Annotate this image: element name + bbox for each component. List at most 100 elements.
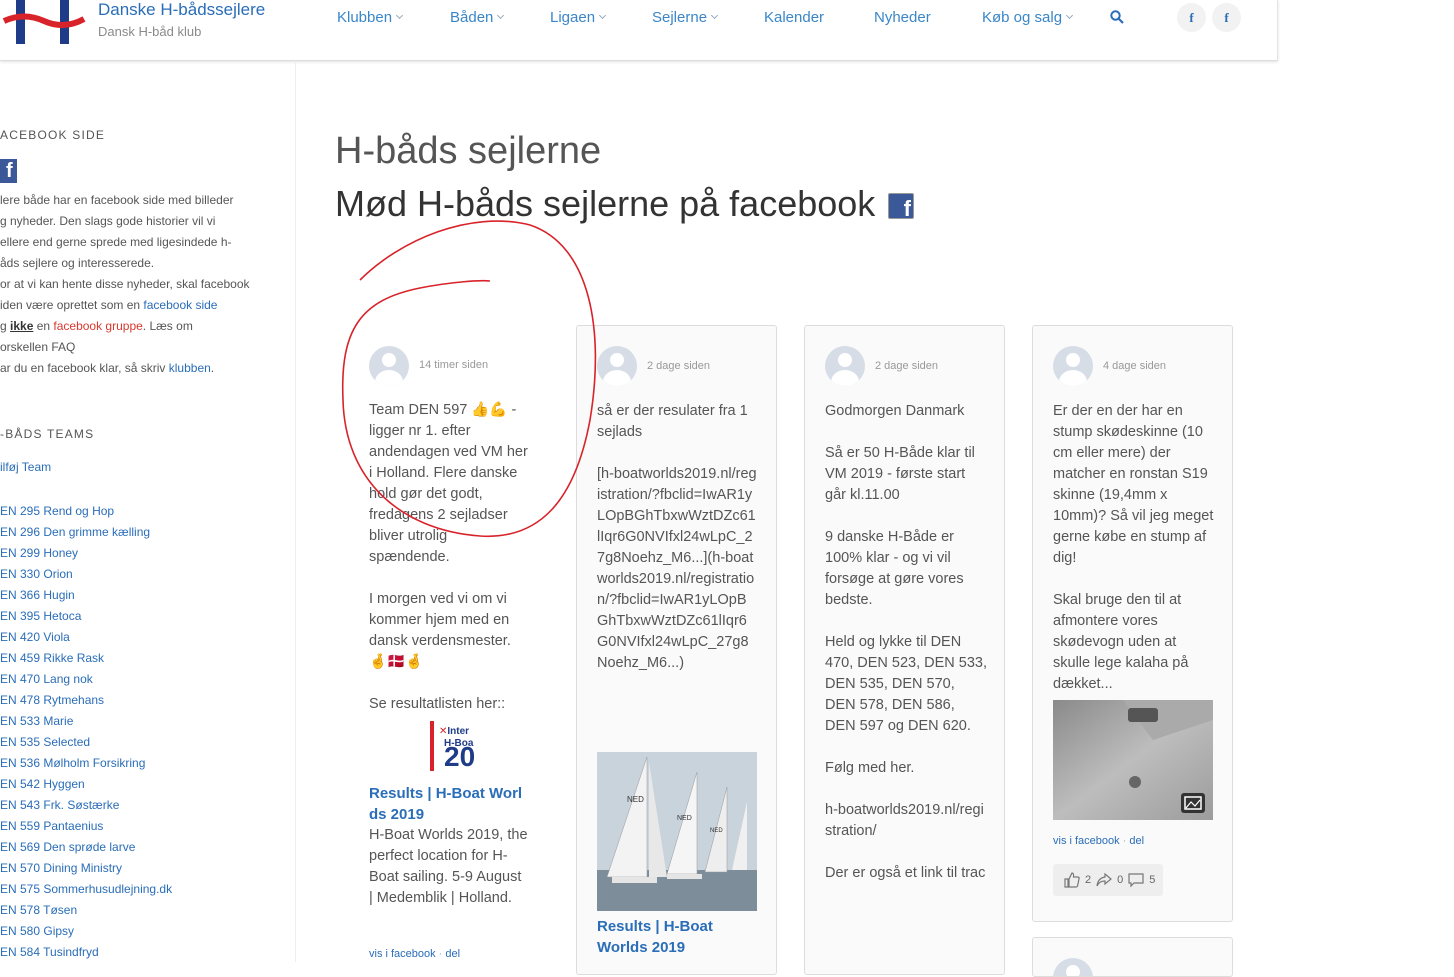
like-icon[interactable]: [1063, 871, 1081, 889]
sidebar: ACEBOOK SIDE f lere både har en facebook…: [0, 61, 296, 962]
team-link[interactable]: EN 420 Viola: [0, 627, 172, 648]
nav-label: Klubben: [337, 8, 393, 26]
team-link[interactable]: EN 542 Hyggen: [0, 774, 172, 795]
text-line: g nyheder. Den slags gode historier vil …: [0, 214, 216, 228]
post-body: Er der en der har en stump skødeskinne (…: [1053, 401, 1217, 716]
klubben-link[interactable]: klubben: [169, 361, 211, 375]
avatar: [1053, 958, 1093, 976]
team-link[interactable]: EN 536 Mølholm Forsikring: [0, 753, 172, 774]
team-link[interactable]: EN 584 Tusindfryd: [0, 942, 172, 963]
team-link[interactable]: EN 580 Gipsy: [0, 921, 172, 942]
facebook-post-card: 2 dage siden så er der resulater fra 1 s…: [576, 325, 777, 975]
thumbnail-bar: [430, 721, 434, 771]
add-team-link[interactable]: ilføj Team: [0, 460, 51, 474]
nav-item-kalender[interactable]: Kalender: [764, 8, 874, 26]
team-link[interactable]: EN 578 Tøsen: [0, 900, 172, 921]
nav-item-baaden[interactable]: Båden: [450, 8, 550, 26]
comment-count: 5: [1149, 874, 1156, 886]
nav-label: Ligaen: [550, 8, 596, 26]
team-list: EN 295 Rend og Hop EN 296 Den grimme kæll…: [0, 501, 172, 963]
team-link[interactable]: EN 299 Honey: [0, 543, 172, 564]
team-link[interactable]: EN 559 Pantaenius: [0, 816, 172, 837]
facebook-icon[interactable]: f: [1212, 3, 1241, 32]
text-segment: ar du en facebook klar, så skriv: [0, 361, 169, 375]
post-paragraph: Følg med her.: [825, 760, 915, 776]
facebook-post-card: 4 dage siden Er der en der har en stump …: [1032, 325, 1233, 922]
link-thumbnail[interactable]: ✕Inter H-Boa 20: [369, 721, 529, 777]
sidebar-heading-teams: -BÅDS TEAMS: [0, 427, 95, 441]
post-body: Team DEN 597 👍💪 - ligger nr 1. efter and…: [369, 400, 529, 909]
thumbnail-text: 20: [444, 741, 476, 772]
nav-label: Kalender: [764, 8, 825, 26]
facebook-side-link[interactable]: facebook side: [143, 298, 217, 312]
site-header: Danske H-bådssejlere Dansk H-båd klub Kl…: [0, 0, 1278, 61]
share-link[interactable]: del: [445, 948, 460, 960]
post-paragraph: Godmorgen Danmark: [825, 403, 965, 419]
chevron-down-icon: [497, 11, 505, 19]
post-body: Godmorgen Danmark Så er 50 H-Både klar t…: [825, 401, 989, 905]
club-logo-icon[interactable]: [0, 0, 90, 48]
team-link[interactable]: EN 296 Den grimme kælling: [0, 522, 172, 543]
team-link[interactable]: EN 330 Orion: [0, 564, 172, 585]
post-photo[interactable]: [1053, 700, 1213, 820]
search-icon[interactable]: [1110, 10, 1124, 24]
view-on-facebook-link[interactable]: vis i facebook: [369, 948, 436, 960]
facebook-icon[interactable]: f: [0, 159, 17, 183]
chevron-down-icon: [711, 11, 719, 19]
link-title[interactable]: Results | H-Boat Worlds 2019: [369, 783, 529, 825]
team-link[interactable]: EN 533 Marie: [0, 711, 172, 732]
link-description: H-Boat Worlds 2019, the perfect location…: [369, 827, 528, 906]
post-paragraph: I morgen ved vi om vi kommer hjem med en…: [369, 591, 511, 670]
text-line: g ikke en facebook gruppe. Læs om: [0, 316, 268, 337]
chevron-down-icon: [396, 11, 404, 19]
view-on-facebook-link[interactable]: vis i facebook: [1053, 835, 1120, 847]
like-count: 2: [1085, 874, 1092, 886]
team-link[interactable]: EN 570 Dining Ministry: [0, 858, 172, 879]
facebook-icon[interactable]: f: [1177, 3, 1206, 32]
post-paragraph: Der er også et link til trac: [825, 865, 986, 881]
team-link[interactable]: EN 535 Selected: [0, 732, 172, 753]
nav-item-ligaen[interactable]: Ligaen: [550, 8, 652, 26]
sail-number: NED: [677, 815, 692, 822]
post-paragraph: Er der en der har en stump skødeskinne (…: [1053, 403, 1214, 566]
post-time: 4 dage siden: [1103, 360, 1166, 372]
team-link[interactable]: EN 478 Rytmehans: [0, 690, 172, 711]
comment-icon[interactable]: [1127, 871, 1145, 889]
separator: ·: [1122, 835, 1127, 847]
post-link-paragraph[interactable]: h-boatworlds2019.nl/registration/: [825, 800, 989, 842]
facebook-gruppe-link[interactable]: facebook gruppe: [53, 319, 142, 333]
nav-item-koeb-og-salg[interactable]: Køb og salg: [982, 8, 1074, 26]
facebook-post-card: 14 timer siden Team DEN 597 👍💪 - ligger …: [348, 325, 548, 962]
share-link[interactable]: del: [1129, 835, 1144, 847]
brand-subtitle: Dansk H-båd klub: [98, 24, 202, 39]
link-title[interactable]: Results | H-Boat Worlds 2019: [597, 916, 757, 958]
post-time: 2 dage siden: [875, 360, 938, 372]
brand-title[interactable]: Danske H-bådssejlere: [98, 0, 265, 20]
nav-item-nyheder[interactable]: Nyheder: [874, 8, 982, 26]
team-link[interactable]: EN 395 Hetoca: [0, 606, 172, 627]
avatar: [369, 346, 409, 386]
avatar: [597, 346, 637, 386]
post-link-paragraph[interactable]: [h-boatworlds2019.nl/registration/?fbcli…: [597, 464, 757, 674]
page-title: H-båds sejlerne: [335, 130, 602, 172]
nav-item-sejlerne[interactable]: Sejlerne: [652, 8, 764, 26]
sidebar-facebook-text: lere både har en facebook side med bille…: [0, 190, 268, 379]
post-paragraph: Team DEN 597 👍💪 - ligger nr 1. efter and…: [369, 402, 528, 565]
text-segment: g: [0, 319, 11, 333]
faq-link[interactable]: orskellen FAQ: [0, 337, 268, 358]
team-link[interactable]: EN 459 Rikke Rask: [0, 648, 172, 669]
post-paragraph: Held og lykke til DEN 470, DEN 523, DEN …: [825, 634, 988, 734]
team-link[interactable]: EN 569 Den sprøde larve: [0, 837, 172, 858]
text-line: åds sejlere og interesserede.: [0, 256, 155, 270]
share-icon[interactable]: [1095, 871, 1113, 889]
facebook-icon[interactable]: f: [888, 193, 914, 219]
team-link[interactable]: EN 543 Frk. Søstærke: [0, 795, 172, 816]
main-nav: Klubben Båden Ligaen Sejlerne Kalender N…: [337, 8, 1074, 26]
team-link[interactable]: EN 470 Lang nok: [0, 669, 172, 690]
sailboats-photo[interactable]: NED NED NED: [597, 752, 757, 911]
team-link[interactable]: EN 295 Rend og Hop: [0, 501, 172, 522]
team-link[interactable]: EN 575 Sommerhusudlejning.dk: [0, 879, 172, 900]
team-link[interactable]: EN 366 Hugin: [0, 585, 172, 606]
nav-item-klubben[interactable]: Klubben: [337, 8, 429, 26]
separator: ·: [438, 948, 443, 960]
